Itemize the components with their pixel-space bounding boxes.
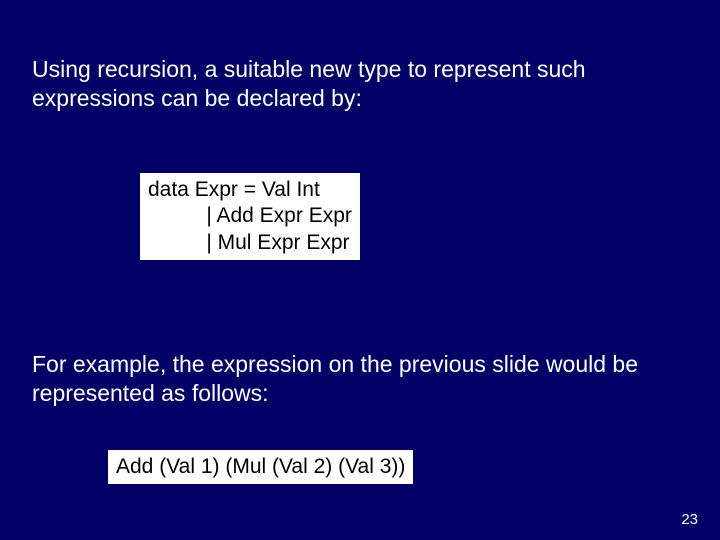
example-paragraph: For example, the expression on the previ…: [32, 350, 682, 408]
code-block-example: Add (Val 1) (Mul (Val 2) (Val 3)): [108, 450, 413, 484]
code-block-declaration: data Expr = Val Int | Add Expr Expr | Mu…: [140, 173, 360, 260]
intro-paragraph: Using recursion, a suitable new type to …: [32, 55, 682, 113]
page-number: 23: [681, 511, 698, 528]
slide: Using recursion, a suitable new type to …: [0, 0, 720, 540]
